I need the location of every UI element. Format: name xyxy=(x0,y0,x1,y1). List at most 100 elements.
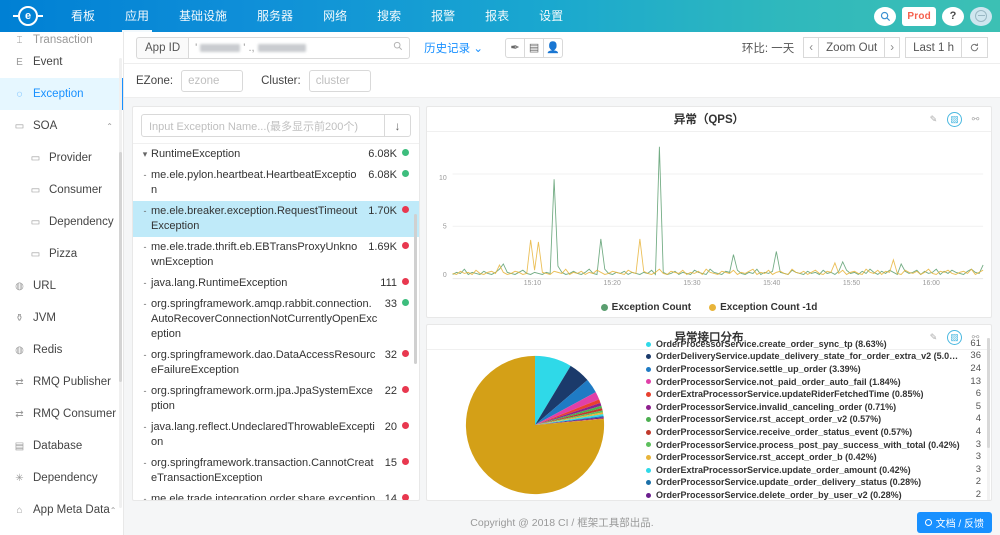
history-dropdown[interactable]: 历史记录 ⌄ xyxy=(424,40,483,56)
nav-item-7[interactable]: 报表 xyxy=(470,0,524,32)
refresh-button[interactable] xyxy=(961,37,988,58)
pie-legend[interactable]: OrderProcessorService.create_order_sync_… xyxy=(642,332,991,500)
exception-list[interactable]: ▾ RuntimeException 6.08K - me.ele.pylon.hear… xyxy=(133,143,419,500)
pie-legend-row[interactable]: OrderProcessorService.process_post_pay_s… xyxy=(646,439,981,452)
qps-chart-body[interactable]: 5 10 0 15:10 15:20 15:30 15:40 15:50 16:00 xyxy=(427,132,991,302)
pie-legend-row[interactable]: OrderProcessorService.rst_accept_order_v… xyxy=(646,413,981,426)
exception-row[interactable]: - me.ele.pylon.heartbeat.HeartbeatExcepti… xyxy=(133,165,419,201)
appid-input[interactable]: ' ' ., xyxy=(188,36,411,59)
pie-legend-row[interactable]: OrderProcessorService.delete_order_by_us… xyxy=(646,489,981,500)
twisty-icon[interactable]: - xyxy=(139,492,151,500)
help-icon[interactable]: ? xyxy=(942,6,964,26)
chevron-up-icon[interactable]: ⌃ xyxy=(106,122,113,131)
sidebar-scrollbar-thumb[interactable] xyxy=(119,152,122,382)
pie-legend-row[interactable]: OrderExtraProcessorService.updateRiderFe… xyxy=(646,388,981,401)
sidebar-item-database[interactable]: ▤ Database xyxy=(0,430,123,462)
twisty-icon[interactable]: - xyxy=(139,240,151,255)
exception-row[interactable]: - org.springframework.dao.DataAccessResou… xyxy=(133,345,419,381)
nav-item-3[interactable]: 服务器 xyxy=(242,0,308,32)
legend-item[interactable]: Exception Count -1d xyxy=(709,302,817,313)
qps-link-icon[interactable]: ⚯ xyxy=(968,112,983,127)
pie-legend-row[interactable]: OrderProcessorService.settle_up_order (3… xyxy=(646,363,981,376)
logo-container[interactable]: e xyxy=(0,6,56,26)
avatar[interactable] xyxy=(970,6,992,26)
twisty-icon[interactable]: - xyxy=(139,168,151,183)
twisty-icon[interactable]: - xyxy=(139,297,151,312)
cluster-input[interactable]: cluster xyxy=(308,69,371,92)
next-range-button[interactable]: › xyxy=(884,37,901,58)
pie-legend-row[interactable]: OrderProcessorService.update_order_deliv… xyxy=(646,476,981,489)
list-icon[interactable]: ▤ xyxy=(524,37,545,58)
exception-row[interactable]: - java.lang.RuntimeException 111 xyxy=(133,273,419,294)
exception-search-input[interactable]: Input Exception Name...(最多显示前200个) xyxy=(142,118,384,134)
sidebar-item-soa[interactable]: ▭ SOA ⌃ xyxy=(0,110,123,142)
prev-range-button[interactable]: ‹ xyxy=(803,37,820,58)
exception-row[interactable]: - org.springframework.amqp.rabbit.connect… xyxy=(133,294,419,345)
nav-item-5[interactable]: 搜索 xyxy=(362,0,416,32)
nav-item-2[interactable]: 基础设施 xyxy=(164,0,242,32)
twisty-icon[interactable]: - xyxy=(139,456,151,471)
pie-legend-row[interactable]: OrderProcessorService.not_paid_order_aut… xyxy=(646,376,981,389)
ezone-input[interactable]: ezone xyxy=(181,69,244,92)
sidebar-item-application[interactable]: ▢Application xyxy=(0,526,123,535)
pie-legend-row[interactable]: OrderProcessorService.create_order_sync_… xyxy=(646,338,981,351)
pie-legend-row[interactable]: OrderDeliveryService.update_delivery_sta… xyxy=(646,350,981,363)
download-icon[interactable]: ↓ xyxy=(384,115,410,136)
qps-chart-icon[interactable]: ▨ xyxy=(947,111,962,127)
pie-legend-row[interactable]: OrderProcessorService.invalid_canceling_… xyxy=(646,401,981,414)
sidebar-item-dependency[interactable]: ✳ Dependency xyxy=(0,462,123,494)
qps-card-tools: ✎ ▨ ⚯ xyxy=(926,111,983,127)
nav-item-0[interactable]: 看板 xyxy=(56,0,110,32)
sidebar-item-consumer[interactable]: ▭ Consumer xyxy=(0,174,123,206)
twisty-icon[interactable]: - xyxy=(139,420,151,435)
zoom-out-button[interactable]: Zoom Out xyxy=(818,37,886,58)
sidebar-item-app-meta-data[interactable]: ⌂ App Meta Data ⌃ xyxy=(0,494,123,526)
time-range-button[interactable]: Last 1 h xyxy=(905,37,962,58)
status-dot xyxy=(402,350,409,357)
exception-row[interactable]: - me.ele.trade.thrift.eb.EBTransProxyUnkn… xyxy=(133,237,419,273)
exception-search[interactable]: Input Exception Name...(最多显示前200个) ↓ xyxy=(141,114,411,137)
pie-legend-row[interactable]: OrderProcessorService.receive_order_stat… xyxy=(646,426,981,439)
nav-item-4[interactable]: 网络 xyxy=(308,0,362,32)
main-area: App ID ' ' ., 历史记录 ⌄ ✒ ▤ 👤 环比: 一天 ‹ Zoom… xyxy=(124,32,1000,535)
exception-row[interactable]: - me.ele.breaker.exception.RequestTimeout… xyxy=(133,201,419,237)
pie-legend-row[interactable]: OrderExtraProcessorService.update_order_… xyxy=(646,464,981,477)
pie-legend-scrollbar-thumb[interactable] xyxy=(987,337,990,448)
sidebar-item-rmq-consumer[interactable]: ⇄ RMQ Consumer xyxy=(0,398,123,430)
twisty-icon[interactable]: - xyxy=(139,204,151,219)
sidebar-item-dependency[interactable]: ▭ Dependency xyxy=(0,206,123,238)
person-icon[interactable]: 👤 xyxy=(543,37,564,58)
exception-row[interactable]: - org.springframework.orm.jpa.JpaSystemEx… xyxy=(133,381,419,417)
chevron-up-icon[interactable]: ⌃ xyxy=(110,506,117,515)
twisty-icon[interactable]: - xyxy=(139,384,151,399)
twisty-icon[interactable]: - xyxy=(139,276,151,291)
pin-icon[interactable]: ✒ xyxy=(505,37,526,58)
exception-row[interactable]: - me.ele.trade.integration.order.share.ex… xyxy=(133,489,419,500)
qps-edit-icon[interactable]: ✎ xyxy=(926,112,941,127)
twisty-icon[interactable]: ▾ xyxy=(139,147,151,162)
exception-row[interactable]: ▾ RuntimeException 6.08K xyxy=(133,144,419,165)
sidebar-item-jvm[interactable]: ⚱ JVM xyxy=(0,302,123,334)
sidebar-item-rmq-publisher[interactable]: ⇄ RMQ Publisher xyxy=(0,366,123,398)
nav-item-8[interactable]: 设置 xyxy=(524,0,578,32)
sidebar-item-exception[interactable]: ◌ Exception xyxy=(0,78,123,110)
legend-item[interactable]: Exception Count xyxy=(600,302,691,313)
pie-legend-row[interactable]: OrderProcessorService.rst_accept_order_b… xyxy=(646,451,981,464)
sidebar-item-url[interactable]: ◍ URL xyxy=(0,270,123,302)
sidebar-item-pizza[interactable]: ▭ Pizza xyxy=(0,238,123,270)
appid-search-icon[interactable] xyxy=(393,41,403,54)
nav-item-6[interactable]: 报警 xyxy=(416,0,470,32)
sidebar-item-transaction[interactable]: ⌶ Transaction xyxy=(0,32,123,46)
search-icon[interactable] xyxy=(874,6,897,26)
feedback-button[interactable]: 文档 / 反馈 xyxy=(916,511,992,533)
env-badge[interactable]: Prod xyxy=(902,6,936,26)
sidebar-item-event[interactable]: E Event xyxy=(0,46,123,78)
twisty-icon[interactable]: - xyxy=(139,348,151,363)
exception-row[interactable]: - java.lang.reflect.UndeclaredThrowableEx… xyxy=(133,417,419,453)
pie-graphic-container[interactable] xyxy=(427,349,642,500)
exception-row[interactable]: - org.springframework.transaction.CannotC… xyxy=(133,453,419,489)
exception-scrollbar-thumb[interactable] xyxy=(414,214,417,364)
sidebar-item-redis[interactable]: ◍ Redis xyxy=(0,334,123,366)
sidebar-item-provider[interactable]: ▭ Provider xyxy=(0,142,123,174)
nav-item-1[interactable]: 应用 xyxy=(110,0,164,32)
